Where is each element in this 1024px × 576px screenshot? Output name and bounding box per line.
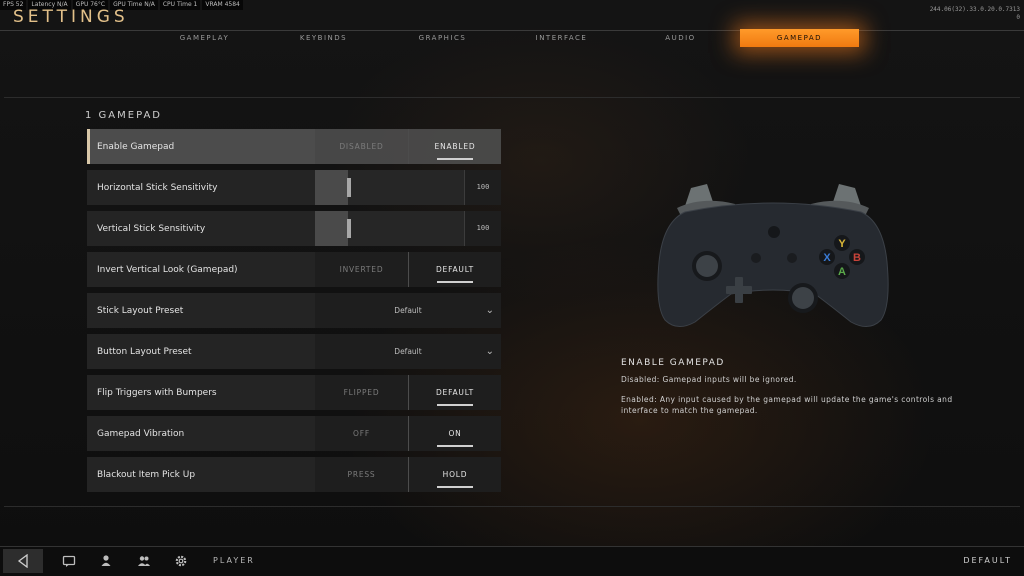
back-button[interactable]: [3, 549, 43, 573]
slider-value: 100: [464, 211, 501, 246]
dropdown-value: Default: [394, 347, 422, 356]
option-inverted[interactable]: INVERTED: [315, 252, 408, 287]
cpu-time-readout: CPU Time 1: [159, 0, 201, 10]
toggle-control: PRESS HOLD: [315, 457, 501, 492]
setting-label: Blackout Item Pick Up: [97, 469, 196, 480]
b-button-label: B: [853, 252, 861, 264]
description-text: Disabled: Gamepad inputs will be ignored…: [621, 375, 797, 384]
setting-description: ENABLE GAMEPAD Disabled: Gamepad inputs …: [621, 358, 961, 416]
slider-thumb[interactable]: [347, 219, 351, 238]
sensitivity-slider[interactable]: 100: [315, 211, 501, 246]
slider-thumb[interactable]: [347, 178, 351, 197]
player-label[interactable]: PLAYER: [213, 547, 255, 575]
tab-keybinds[interactable]: KEYBINDS: [264, 29, 383, 47]
slider-track[interactable]: [315, 170, 464, 205]
vram-readout: VRAM 4584: [202, 0, 243, 10]
player-icon[interactable]: [99, 554, 113, 568]
description-heading: ENABLE GAMEPAD: [621, 358, 725, 368]
build-version-line: 244.06(32).33.0.20.0.7313: [929, 6, 1020, 13]
stick-layout-dropdown[interactable]: Default ⌄: [315, 293, 501, 328]
setting-gamepad-vibration[interactable]: Gamepad Vibration OFF ON: [87, 416, 501, 451]
option-off[interactable]: OFF: [315, 416, 408, 451]
toggle-control: INVERTED DEFAULT: [315, 252, 501, 287]
setting-blackout-item-pick-up[interactable]: Blackout Item Pick Up PRESS HOLD: [87, 457, 501, 492]
slider-track[interactable]: [315, 211, 464, 246]
section-title: 1 GAMEPAD: [85, 110, 163, 121]
description-text: Enabled: Any input caused by the gamepad…: [621, 395, 953, 415]
slider-fill: [315, 211, 348, 246]
option-flipped[interactable]: FLIPPED: [315, 375, 408, 410]
toggle-control: DISABLED ENABLED: [315, 129, 501, 164]
tab-audio[interactable]: AUDIO: [621, 29, 740, 47]
tab-interface[interactable]: INTERFACE: [502, 29, 621, 47]
dropdown-value: Default: [394, 306, 422, 315]
setting-flip-triggers[interactable]: Flip Triggers with Bumpers FLIPPED DEFAU…: [87, 375, 501, 410]
setting-button-layout-preset[interactable]: Button Layout Preset Default ⌄: [87, 334, 501, 369]
page-title: SETTINGS: [13, 7, 129, 27]
option-hold[interactable]: HOLD: [408, 457, 501, 492]
content-divider: [4, 506, 1020, 507]
tab-gameplay[interactable]: GAMEPLAY: [145, 29, 264, 47]
setting-enable-gamepad[interactable]: Enable Gamepad DISABLED ENABLED: [87, 129, 501, 164]
setting-label: Horizontal Stick Sensitivity: [97, 182, 218, 193]
gamepad-controller-image: Y X B A: [657, 184, 889, 327]
chevron-down-icon: ⌄: [485, 305, 494, 316]
setting-label: Vertical Stick Sensitivity: [97, 223, 206, 234]
option-default[interactable]: DEFAULT: [408, 252, 501, 287]
chat-icon[interactable]: [62, 554, 76, 568]
tab-graphics[interactable]: GRAPHICS: [383, 29, 502, 47]
setting-label: Flip Triggers with Bumpers: [97, 387, 217, 398]
settings-list: Enable Gamepad DISABLED ENABLED Horizont…: [87, 129, 501, 498]
build-version-line: 0: [1016, 14, 1020, 21]
setting-horizontal-stick-sensitivity[interactable]: Horizontal Stick Sensitivity 100: [87, 170, 501, 205]
back-arrow-icon: [17, 554, 28, 568]
option-on[interactable]: ON: [408, 416, 501, 451]
gear-icon[interactable]: [174, 554, 188, 568]
party-icon[interactable]: [137, 554, 151, 568]
build-version: 244.06(32).33.0.20.0.7313 0: [908, 6, 1020, 22]
option-enabled[interactable]: ENABLED: [408, 129, 501, 164]
setting-label: Enable Gamepad: [97, 141, 175, 152]
y-button-label: Y: [838, 238, 846, 250]
setting-stick-layout-preset[interactable]: Stick Layout Preset Default ⌄: [87, 293, 501, 328]
default-button[interactable]: DEFAULT: [963, 547, 1012, 575]
toggle-control: OFF ON: [315, 416, 501, 451]
bottom-bar: PLAYER DEFAULT: [0, 546, 1024, 576]
setting-label: Gamepad Vibration: [97, 428, 185, 439]
content-divider: [4, 97, 1020, 98]
toggle-control: FLIPPED DEFAULT: [315, 375, 501, 410]
tab-gamepad[interactable]: GAMEPAD: [740, 29, 859, 47]
sensitivity-slider[interactable]: 100: [315, 170, 501, 205]
slider-fill: [315, 170, 348, 205]
button-layout-dropdown[interactable]: Default ⌄: [315, 334, 501, 369]
x-button-label: X: [823, 252, 831, 264]
setting-label: Button Layout Preset: [97, 346, 192, 357]
option-press[interactable]: PRESS: [315, 457, 408, 492]
option-default[interactable]: DEFAULT: [408, 375, 501, 410]
slider-value: 100: [464, 170, 501, 205]
setting-label: Invert Vertical Look (Gamepad): [97, 264, 238, 275]
settings-tabs: GAMEPLAY KEYBINDS GRAPHICS INTERFACE AUD…: [145, 29, 859, 47]
setting-vertical-stick-sensitivity[interactable]: Vertical Stick Sensitivity 100: [87, 211, 501, 246]
setting-label: Stick Layout Preset: [97, 305, 184, 316]
option-disabled[interactable]: DISABLED: [315, 129, 408, 164]
setting-invert-vertical-look[interactable]: Invert Vertical Look (Gamepad) INVERTED …: [87, 252, 501, 287]
chevron-down-icon: ⌄: [485, 346, 494, 357]
a-button-label: A: [838, 266, 846, 278]
